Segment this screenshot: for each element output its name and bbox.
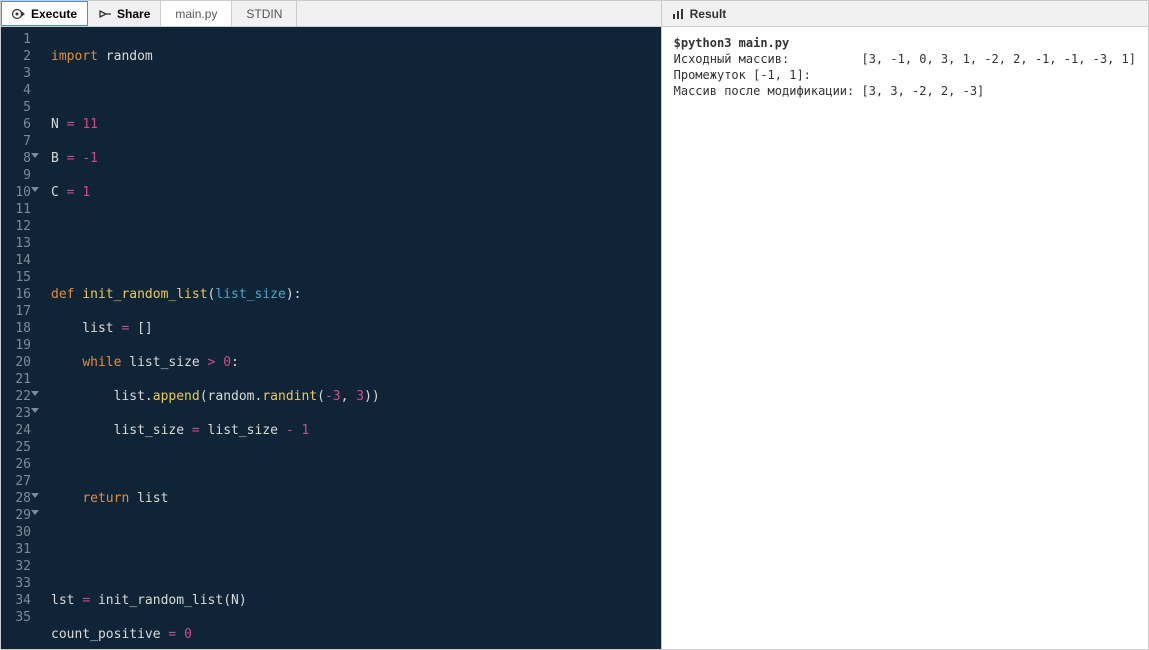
- result-header: Result: [662, 1, 1148, 27]
- gear-play-icon: [12, 7, 26, 21]
- result-pane: Result $python3 main.py Исходный массив:…: [662, 1, 1148, 649]
- num: 1: [301, 423, 309, 438]
- num: 1: [82, 185, 90, 200]
- method: append: [153, 389, 200, 404]
- punc: ):: [286, 287, 302, 302]
- punc: )): [364, 389, 380, 404]
- sp: [51, 491, 82, 506]
- ident: list_size: [121, 355, 207, 370]
- toolbar: Execute Share main.py STDIN: [1, 1, 661, 27]
- fold-arrow-icon[interactable]: [31, 408, 39, 413]
- ident: list: [129, 491, 168, 506]
- ident: list_size: [200, 423, 286, 438]
- num: 11: [82, 117, 98, 132]
- num: 1: [90, 151, 98, 166]
- ident: list: [51, 321, 121, 336]
- share-label: Share: [117, 7, 150, 21]
- op: -: [82, 151, 90, 166]
- op: =: [192, 423, 200, 438]
- result-line: Массив после модификации: [3, 3, -2, 2, …: [674, 84, 985, 98]
- punc: ,: [341, 389, 357, 404]
- punc: :: [231, 355, 239, 370]
- tab-main-py[interactable]: main.py: [161, 1, 232, 26]
- kw: while: [82, 355, 121, 370]
- op: -: [325, 389, 333, 404]
- ident: C: [51, 185, 67, 200]
- method: randint: [262, 389, 317, 404]
- kw: import: [51, 49, 98, 64]
- result-line: Исходный массив: [3, -1, 0, 3, 1, -2, 2,…: [674, 52, 1136, 66]
- bar-chart-icon: [672, 8, 684, 20]
- execute-label: Execute: [31, 7, 77, 21]
- share-button[interactable]: Share: [88, 1, 161, 26]
- num: 3: [333, 389, 341, 404]
- sp: [176, 627, 184, 642]
- tab-label: STDIN: [246, 7, 282, 21]
- result-output[interactable]: $python3 main.py Исходный массив: [3, -1…: [662, 27, 1148, 649]
- tab-label: main.py: [175, 7, 217, 21]
- app-container: Execute Share main.py STDIN 123456789101…: [0, 0, 1149, 650]
- result-line: Промежуток [-1, 1]:: [674, 68, 811, 82]
- result-title: Result: [690, 7, 727, 21]
- ident: lst: [51, 593, 82, 608]
- op: -: [286, 423, 294, 438]
- ident: list.: [51, 389, 153, 404]
- code-editor[interactable]: 1234567891011121314151617181920212223242…: [1, 27, 661, 649]
- editor-pane: Execute Share main.py STDIN 123456789101…: [1, 1, 662, 649]
- ident: count_positive: [51, 627, 168, 642]
- fold-arrow-icon[interactable]: [31, 153, 39, 158]
- code-area[interactable]: import random N = 11 B = -1 C = 1 def in…: [41, 27, 661, 649]
- kw: return: [82, 491, 129, 506]
- param: list_size: [215, 287, 285, 302]
- num: 0: [223, 355, 231, 370]
- fold-arrow-icon[interactable]: [31, 510, 39, 515]
- ident: B: [51, 151, 67, 166]
- result-cmd: $python3 main.py: [674, 36, 790, 50]
- line-gutter: 1234567891011121314151617181920212223242…: [1, 27, 41, 649]
- ident: init_random_list(N): [90, 593, 247, 608]
- execute-button[interactable]: Execute: [1, 1, 88, 26]
- share-icon: [98, 7, 112, 21]
- fn-name: init_random_list: [82, 287, 207, 302]
- tab-stdin[interactable]: STDIN: [232, 1, 297, 26]
- ident: N: [51, 117, 67, 132]
- kw: def: [51, 287, 74, 302]
- op: =: [82, 593, 90, 608]
- ident: (random.: [200, 389, 263, 404]
- punc: (: [317, 389, 325, 404]
- fold-arrow-icon[interactable]: [31, 391, 39, 396]
- fold-arrow-icon[interactable]: [31, 187, 39, 192]
- num: 0: [184, 627, 192, 642]
- ident: list_size: [51, 423, 192, 438]
- punc: []: [129, 321, 152, 336]
- fold-arrow-icon[interactable]: [31, 493, 39, 498]
- ident: random: [98, 49, 153, 64]
- sp: [51, 355, 82, 370]
- num: 3: [356, 389, 364, 404]
